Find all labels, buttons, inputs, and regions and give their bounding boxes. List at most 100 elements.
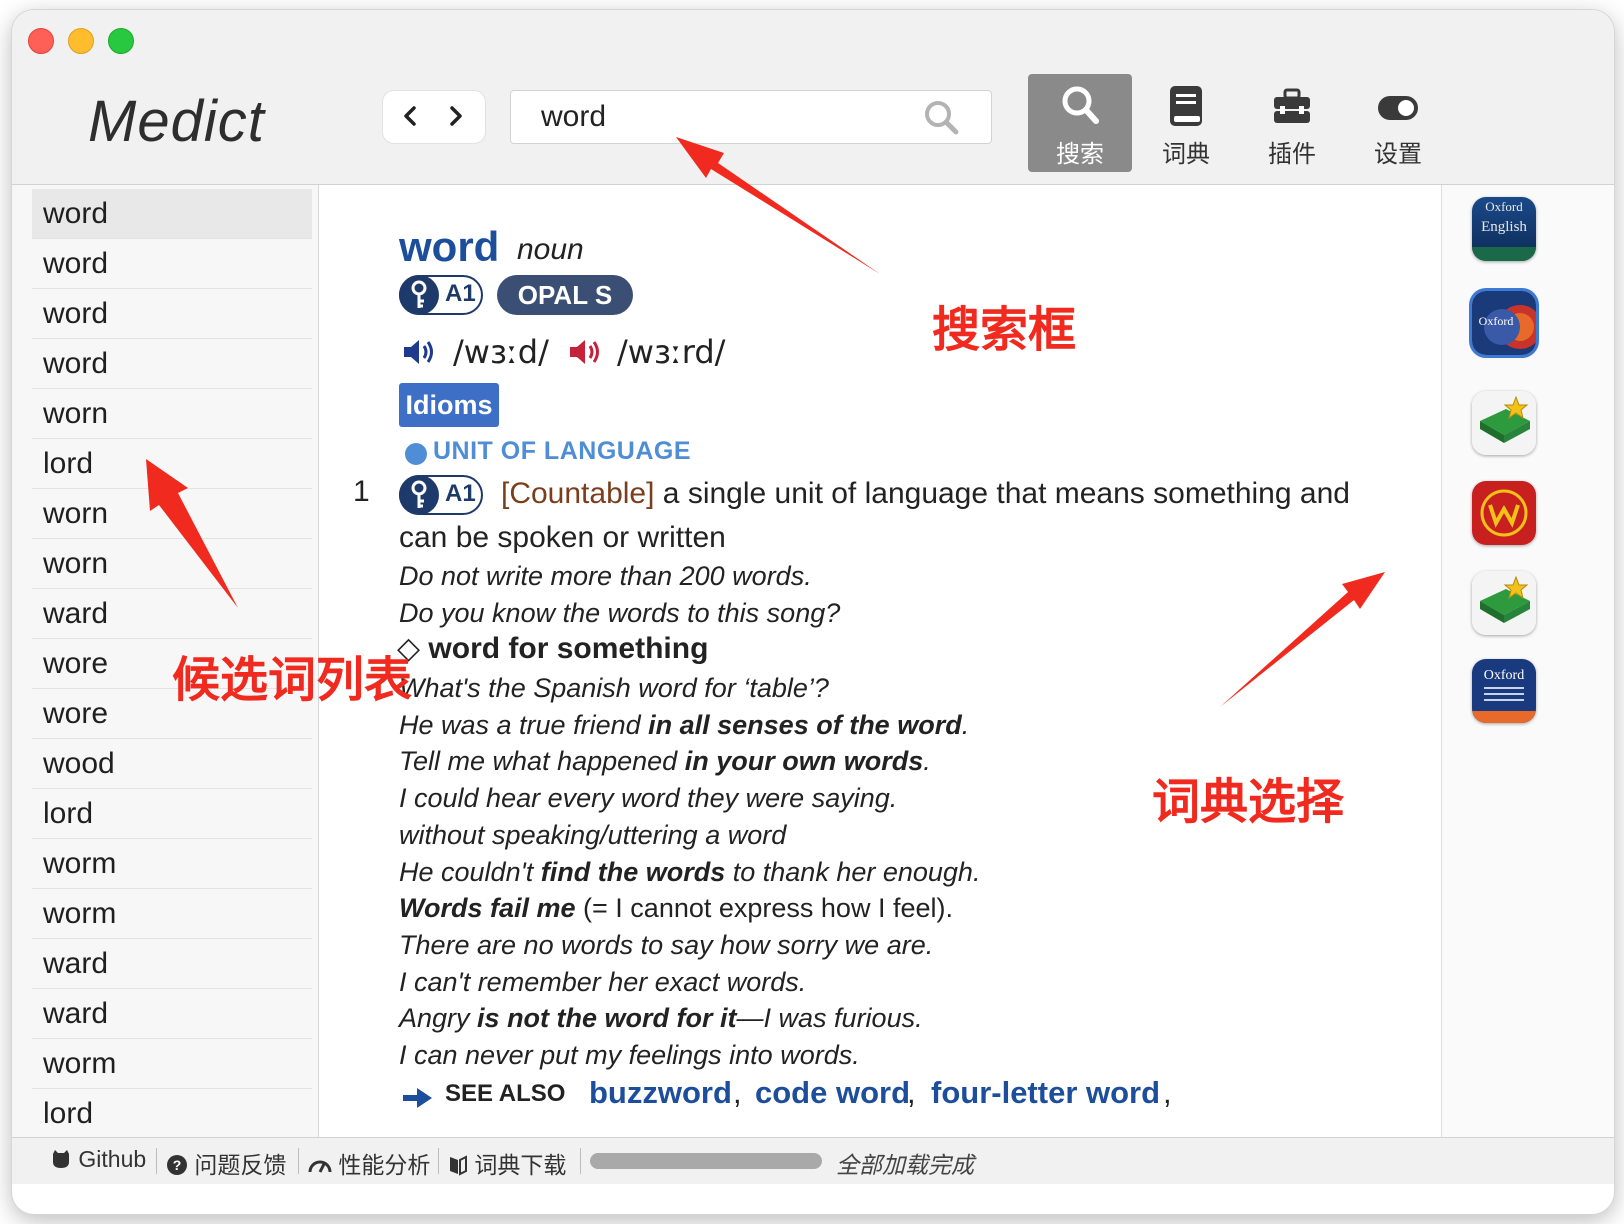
tab-search[interactable]: 搜索 (1028, 74, 1132, 172)
close-window-button[interactable] (28, 28, 54, 54)
list-item[interactable]: worm (32, 1039, 312, 1089)
toolbar: Medict 搜索 (12, 10, 1614, 185)
example-sentence: I can never put my feelings into words. (399, 1040, 860, 1070)
idiom-text: word for something (428, 632, 709, 665)
example-sentence: I can't remember her exact words. (399, 967, 807, 997)
cefr-level: A1 (445, 280, 476, 307)
gauge-icon (308, 1160, 332, 1173)
headword: word (399, 223, 500, 270)
performance-link[interactable]: 性能分析 (308, 1146, 430, 1180)
forward-button[interactable] (441, 99, 471, 133)
see-also-label: SEE ALSO (445, 1080, 566, 1107)
oxford-english-icon: Oxford English (1472, 197, 1536, 261)
dictionary-oald-10[interactable]: Oxford (1472, 659, 1536, 723)
chevron-left-icon (404, 106, 416, 126)
load-status: 全部加载完成 (836, 1152, 974, 1178)
divider (156, 1148, 157, 1174)
list-item[interactable]: worn (32, 489, 312, 539)
definition-text: can be spoken or written (399, 521, 726, 554)
see-also-link[interactable]: buzzword (589, 1075, 732, 1111)
back-button[interactable] (395, 99, 425, 133)
svg-text:English: English (1481, 219, 1527, 235)
list-item[interactable]: ward (32, 939, 312, 989)
svg-text:Oxford: Oxford (1484, 668, 1524, 683)
github-icon (53, 1150, 69, 1168)
tab-label: 插件 (1268, 141, 1316, 168)
annotation-candidate-list: 候选词列表 (172, 654, 413, 707)
divider (580, 1148, 581, 1174)
list-item[interactable]: worn (32, 539, 312, 589)
load-progress-bar (590, 1153, 822, 1169)
see-also-link[interactable]: four-letter word (931, 1075, 1160, 1111)
phonetic-british: /wɜːd/ (453, 333, 549, 371)
zoom-window-button[interactable] (108, 28, 134, 54)
part-of-speech: noun (517, 233, 584, 266)
list-item[interactable]: worm (32, 889, 312, 939)
app-title: Medict (88, 89, 265, 154)
example-sentence: without speaking/uttering a word (399, 820, 787, 850)
annotation-search-box: 搜索框 (932, 304, 1077, 357)
progress-fill (590, 1153, 822, 1169)
list-item[interactable]: lord (32, 789, 312, 839)
history-nav (382, 90, 486, 144)
search-box[interactable] (510, 90, 992, 144)
example-sentence: Tell me what happened in your own words. (399, 746, 931, 776)
list-item[interactable]: word (32, 189, 312, 239)
opal-badge: OPAL S (497, 275, 633, 315)
idioms-button[interactable]: Idioms (399, 383, 499, 427)
separator: , (907, 1075, 916, 1110)
topic-label: UNIT OF LANGUAGE (433, 437, 691, 465)
dictionary-green-book[interactable] (1472, 391, 1536, 455)
example-sentence: What's the Spanish word for ‘table’? (399, 673, 829, 703)
see-also-link[interactable]: code word (755, 1075, 910, 1111)
list-item[interactable]: word (32, 239, 312, 289)
example-sentence: Words fail me (= I cannot express how I … (399, 893, 953, 923)
list-item[interactable]: word (32, 339, 312, 389)
list-item[interactable]: lord (32, 1089, 312, 1137)
dictionary-oxford-advanced[interactable]: Oxford (1472, 291, 1536, 355)
list-item[interactable]: worn (32, 389, 312, 439)
tab-dictionary[interactable]: 词典 (1134, 74, 1238, 172)
separator: , (1163, 1075, 1172, 1110)
tab-label: 搜索 (1056, 141, 1104, 168)
sense-definition: [Countable] a single unit of language th… (501, 477, 1350, 511)
book-icon (1170, 86, 1202, 126)
svg-text:Oxford: Oxford (1479, 314, 1514, 328)
list-item[interactable]: ward (32, 989, 312, 1039)
cefr-level: A1 (445, 480, 476, 507)
github-link[interactable]: Github (50, 1146, 146, 1173)
feedback-link[interactable]: ? 问题反馈 (166, 1146, 286, 1180)
tab-settings[interactable]: 设置 (1346, 74, 1450, 172)
bullet-icon (405, 443, 427, 465)
dictionary-oxford-english[interactable]: Oxford English (1472, 197, 1536, 261)
book-open-icon (450, 1155, 467, 1176)
dictionary-green-book-2[interactable] (1472, 571, 1536, 635)
list-item[interactable]: lord (32, 439, 312, 489)
example-sentence: He couldn't find the words to thank her … (399, 857, 981, 887)
minimize-window-button[interactable] (68, 28, 94, 54)
chevron-right-icon (450, 106, 462, 126)
green-book-star-icon (1472, 391, 1536, 455)
idiom-heading: ◇ word for something (397, 631, 708, 666)
cefr-level-badge: A1 (399, 275, 483, 315)
speaker-british-icon[interactable] (401, 335, 441, 369)
webster-seal-icon (1472, 481, 1536, 545)
search-icon[interactable] (921, 97, 961, 137)
list-item[interactable]: ward (32, 589, 312, 639)
key-icon (399, 475, 439, 515)
list-item[interactable]: wood (32, 739, 312, 789)
search-input[interactable] (539, 97, 923, 137)
search-icon (1062, 86, 1099, 124)
tab-plugins[interactable]: 插件 (1240, 74, 1344, 172)
key-icon (399, 275, 439, 315)
status-bar: Github ? 问题反馈 性能分析 词典下载 全部加载完成 (12, 1137, 1614, 1184)
speaker-american-icon[interactable] (567, 335, 607, 369)
list-item[interactable]: worm (32, 839, 312, 889)
divider (438, 1148, 439, 1174)
question-circle-icon: ? (167, 1155, 187, 1175)
svg-text:?: ? (173, 1157, 182, 1173)
dictionary-webster[interactable] (1472, 481, 1536, 545)
toggle-icon (1378, 96, 1418, 120)
dictionary-download-link[interactable]: 词典下载 (448, 1146, 566, 1180)
list-item[interactable]: word (32, 289, 312, 339)
